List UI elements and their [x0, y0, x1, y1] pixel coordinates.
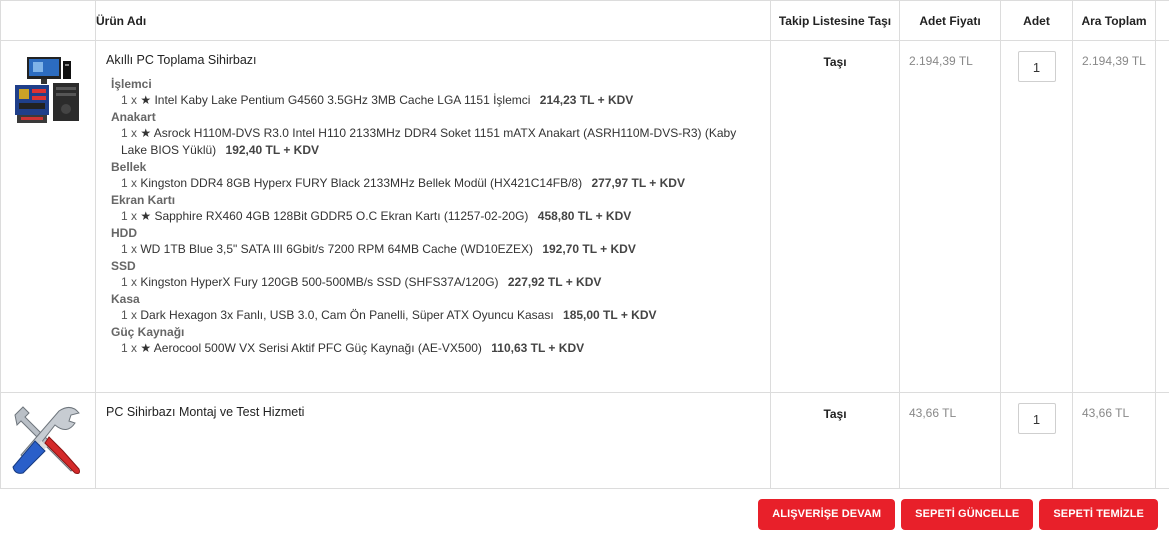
delete-cell: [1155, 392, 1169, 489]
component-line: 1 x ★ Intel Kaby Lake Pentium G4560 3.5G…: [121, 92, 760, 109]
header-product-name: Ürün Adı: [95, 0, 771, 41]
component-line: 1 x Dark Hexagon 3x Fanlı, USB 3.0, Cam …: [121, 307, 760, 324]
component-line: 1 x ★ Sapphire RX460 4GB 128Bit GDDR5 O.…: [121, 208, 760, 225]
component-name[interactable]: Kingston HyperX Fury 120GB 500-500MB/s S…: [140, 275, 498, 289]
component-price: 110,63 TL + KDV: [491, 341, 585, 355]
quantity-cell: 1: [1000, 392, 1073, 489]
component-line: 1 x Kingston HyperX Fury 120GB 500-500MB…: [121, 274, 760, 291]
component-price: 214,23 TL + KDV: [539, 93, 634, 107]
component-category: Kasa: [111, 292, 140, 306]
pc-components-image[interactable]: [13, 55, 83, 127]
component-line: 1 x Kingston DDR4 8GB Hyperx FURY Black …: [121, 175, 760, 192]
component-line: 1 x ★ Asrock H110M-DVS R3.0 Intel H110 2…: [121, 125, 760, 159]
unit-price: 43,66 TL: [899, 392, 1001, 489]
subtotal: 43,66 TL: [1072, 392, 1156, 489]
component-category: SSD: [111, 259, 136, 273]
tools-image[interactable]: [9, 401, 85, 477]
component-category: Güç Kaynağı: [111, 325, 185, 339]
clear-cart-button[interactable]: SEPETİ TEMİZLE: [1039, 499, 1158, 530]
component-qty: 1 x: [121, 242, 138, 256]
cart-header-row: Ürün Adı Takip Listesine Taşı Adet Fiyat…: [0, 0, 1169, 41]
component-qty: 1 x: [121, 341, 138, 355]
header-quantity: Adet: [1000, 0, 1073, 41]
component-category: Ekran Kartı: [111, 193, 176, 207]
component-price: 192,40 TL + KDV: [225, 143, 320, 157]
component-name[interactable]: ★ Aerocool 500W VX Serisi Aktif PFC Güç …: [140, 341, 482, 355]
wishlist-cell: Taşı: [770, 392, 900, 489]
product-title[interactable]: Akıllı PC Toplama Sihirbazı: [106, 53, 760, 67]
component-name[interactable]: WD 1TB Blue 3,5" SATA III 6Gbit/s 7200 R…: [140, 242, 533, 256]
component-name[interactable]: ★ Intel Kaby Lake Pentium G4560 3.5GHz 3…: [140, 93, 530, 107]
subtotal: 2.194,39 TL: [1072, 40, 1156, 393]
cart-row: PC Sihirbazı Montaj ve Test Hizmeti Taşı…: [0, 392, 1169, 489]
quantity-input[interactable]: 1: [1017, 403, 1056, 434]
quantity-cell: 1: [1000, 40, 1073, 393]
component-qty: 1 x: [121, 93, 138, 107]
component-line: 1 x ★ Aerocool 500W VX Serisi Aktif PFC …: [121, 340, 760, 357]
header-unit-price: Adet Fiyatı: [899, 0, 1001, 41]
header-image: [0, 0, 96, 41]
component-price: 192,70 TL + KDV: [542, 242, 636, 256]
component-price: 458,80 TL + KDV: [537, 209, 632, 223]
component-qty: 1 x: [121, 126, 138, 140]
component-category: İşlemci: [111, 77, 152, 91]
component-price: 227,92 TL + KDV: [507, 275, 602, 289]
component-qty: 1 x: [121, 275, 138, 289]
product-thumbnail-cell: [0, 392, 96, 489]
component-name[interactable]: Dark Hexagon 3x Fanlı, USB 3.0, Cam Ön P…: [140, 308, 553, 322]
product-title[interactable]: PC Sihirbazı Montaj ve Test Hizmeti: [106, 405, 760, 419]
move-to-wishlist-link[interactable]: Taşı: [823, 55, 846, 69]
component-qty: 1 x: [121, 308, 138, 322]
component-category: HDD: [111, 226, 137, 240]
component-category: Bellek: [111, 160, 147, 174]
product-thumbnail-cell: [0, 40, 96, 393]
quantity-input[interactable]: 1: [1017, 51, 1056, 82]
component-list: İşlemci 1 x ★ Intel Kaby Lake Pentium G4…: [106, 76, 760, 357]
component-price: 277,97 TL + KDV: [591, 176, 685, 190]
component-category: Anakart: [111, 110, 156, 124]
component-qty: 1 x: [121, 176, 138, 190]
component-qty: 1 x: [121, 209, 138, 223]
unit-price: 2.194,39 TL: [899, 40, 1001, 393]
continue-shopping-button[interactable]: ALIŞVERİŞE DEVAM: [758, 499, 896, 530]
product-details-cell: PC Sihirbazı Montaj ve Test Hizmeti: [95, 392, 771, 489]
component-price: 185,00 TL + KDV: [563, 308, 657, 322]
component-line: 1 x WD 1TB Blue 3,5" SATA III 6Gbit/s 72…: [121, 241, 760, 258]
header-delete: [1155, 0, 1169, 41]
cart-actions: ALIŞVERİŞE DEVAM SEPETİ GÜNCELLE SEPETİ …: [758, 499, 1158, 530]
component-name[interactable]: Kingston DDR4 8GB Hyperx FURY Black 2133…: [140, 176, 582, 190]
header-subtotal: Ara Toplam: [1072, 0, 1156, 41]
move-to-wishlist-link[interactable]: Taşı: [823, 407, 846, 421]
delete-cell: [1155, 40, 1169, 393]
header-wishlist: Takip Listesine Taşı: [770, 0, 900, 41]
wishlist-cell: Taşı: [770, 40, 900, 393]
cart-row: Akıllı PC Toplama Sihirbazı İşlemci 1 x …: [0, 40, 1169, 393]
component-name[interactable]: ★ Asrock H110M-DVS R3.0 Intel H110 2133M…: [121, 126, 736, 157]
update-cart-button[interactable]: SEPETİ GÜNCELLE: [901, 499, 1034, 530]
component-name[interactable]: ★ Sapphire RX460 4GB 128Bit GDDR5 O.C Ek…: [140, 209, 528, 223]
cart-table: Ürün Adı Takip Listesine Taşı Adet Fiyat…: [0, 0, 1169, 489]
product-details-cell: Akıllı PC Toplama Sihirbazı İşlemci 1 x …: [95, 40, 771, 393]
